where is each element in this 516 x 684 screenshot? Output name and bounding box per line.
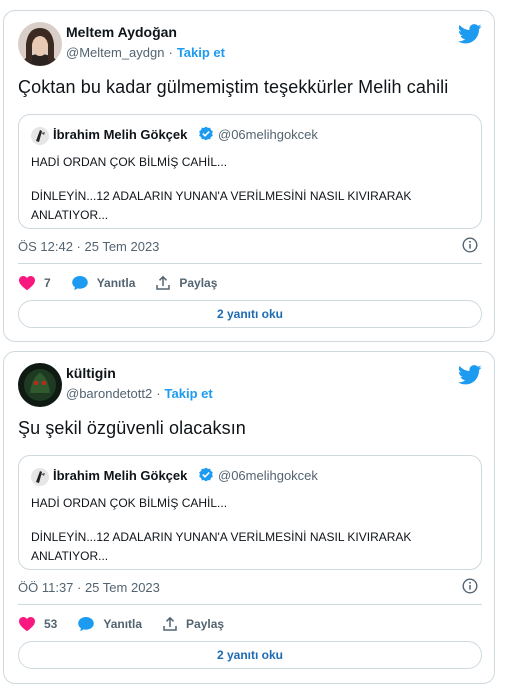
twitter-bird-icon[interactable] (458, 24, 482, 44)
quoted-avatar (31, 127, 49, 145)
author-meta: @Meltem_aydgn · Takip et (66, 45, 225, 60)
reply-bubble-icon (71, 276, 88, 291)
follow-button[interactable]: Takip et (165, 386, 213, 401)
quoted-author-name: İbrahim Melih Gökçek (53, 468, 188, 483)
share-upload-icon (163, 616, 177, 631)
follow-button[interactable]: Takip et (177, 45, 225, 60)
info-icon[interactable] (462, 237, 478, 253)
author-name[interactable]: Meltem Aydoğan (66, 24, 177, 40)
quoted-author-handle: @06melihgokcek (218, 468, 318, 483)
reply-button[interactable]: Yanıtla (77, 616, 142, 632)
author-meta: @barondetott2 · Takip et (66, 386, 213, 401)
tweet-text: Çoktan bu kadar gülmemiştim teşekkürler … (18, 77, 449, 97)
info-icon[interactable] (462, 578, 478, 594)
tweet-card: kültigin @barondetott2 · Takip et Şu şekil… (3, 351, 495, 684)
read-replies-button[interactable]: 2 yanıtı oku (18, 300, 482, 328)
verified-badge-icon (199, 467, 213, 482)
quoted-text-line: HADİ ORDAN ÇOK BİLMİŞ CAHİL... (31, 155, 228, 169)
share-button[interactable]: Paylaş (155, 275, 217, 291)
read-replies-button[interactable]: 2 yanıtı oku (18, 641, 482, 669)
quoted-author-name: İbrahim Melih Gökçek (53, 127, 188, 142)
share-label: Paylaş (186, 617, 225, 631)
verified-badge-icon (199, 126, 213, 141)
quoted-text-line: ANLATIYOR... (31, 549, 109, 563)
share-label: Paylaş (179, 276, 218, 290)
quoted-text-line: DİNLEYİN...12 ADALARIN YUNAN'A VERİLMESİ… (31, 189, 412, 203)
divider (18, 604, 482, 605)
reply-button[interactable]: Yanıtla (71, 275, 136, 291)
tweet-text: Şu şekil özgüvenli olacaksın (18, 418, 246, 438)
heart-icon (19, 276, 35, 291)
reply-label: Yanıtla (103, 617, 143, 631)
author-handle[interactable]: @barondetott2 (66, 386, 152, 401)
like-button[interactable]: 53 (18, 616, 57, 632)
share-button[interactable]: Paylaş (162, 616, 224, 632)
avatar[interactable] (18, 22, 62, 66)
action-bar: 53 Yanıtla Paylaş (18, 614, 244, 634)
quoted-tweet[interactable]: İbrahim Melih Gökçek @06melihgokcek HADİ… (18, 455, 482, 570)
quoted-avatar (31, 468, 49, 486)
reply-label: Yanıtla (96, 276, 136, 290)
quoted-text-line: DİNLEYİN...12 ADALARIN YUNAN'A VERİLMESİ… (31, 530, 412, 544)
action-bar: 7 Yanıtla Paylaş (18, 273, 237, 293)
quoted-tweet[interactable]: İbrahim Melih Gökçek @06melihgokcek HADİ… (18, 114, 482, 229)
author-handle[interactable]: @Meltem_aydgn (66, 45, 164, 60)
share-upload-icon (156, 275, 171, 290)
reply-bubble-icon (78, 617, 95, 632)
quoted-text-line: HADİ ORDAN ÇOK BİLMİŞ CAHİL... (31, 496, 228, 510)
like-button[interactable]: 7 (18, 275, 51, 291)
separator: · (156, 386, 161, 401)
quoted-text-line: ANLATIYOR... (31, 208, 109, 222)
tweet-timestamp[interactable]: ÖÖ 11:37 · 25 Tem 2023 (18, 580, 160, 595)
separator: · (168, 45, 173, 60)
heart-icon (19, 617, 35, 632)
tweet-timestamp[interactable]: ÖS 12:42 · 25 Tem 2023 (18, 239, 159, 254)
quoted-author-handle: @06melihgokcek (218, 127, 318, 142)
avatar[interactable] (18, 363, 62, 407)
author-name[interactable]: kültigin (66, 365, 116, 381)
like-count: 7 (44, 276, 51, 290)
divider (18, 263, 482, 264)
twitter-bird-icon[interactable] (458, 365, 482, 385)
like-count: 53 (44, 617, 58, 631)
tweet-card: Meltem Aydoğan @Meltem_aydgn · Takip et Ço… (3, 10, 495, 342)
